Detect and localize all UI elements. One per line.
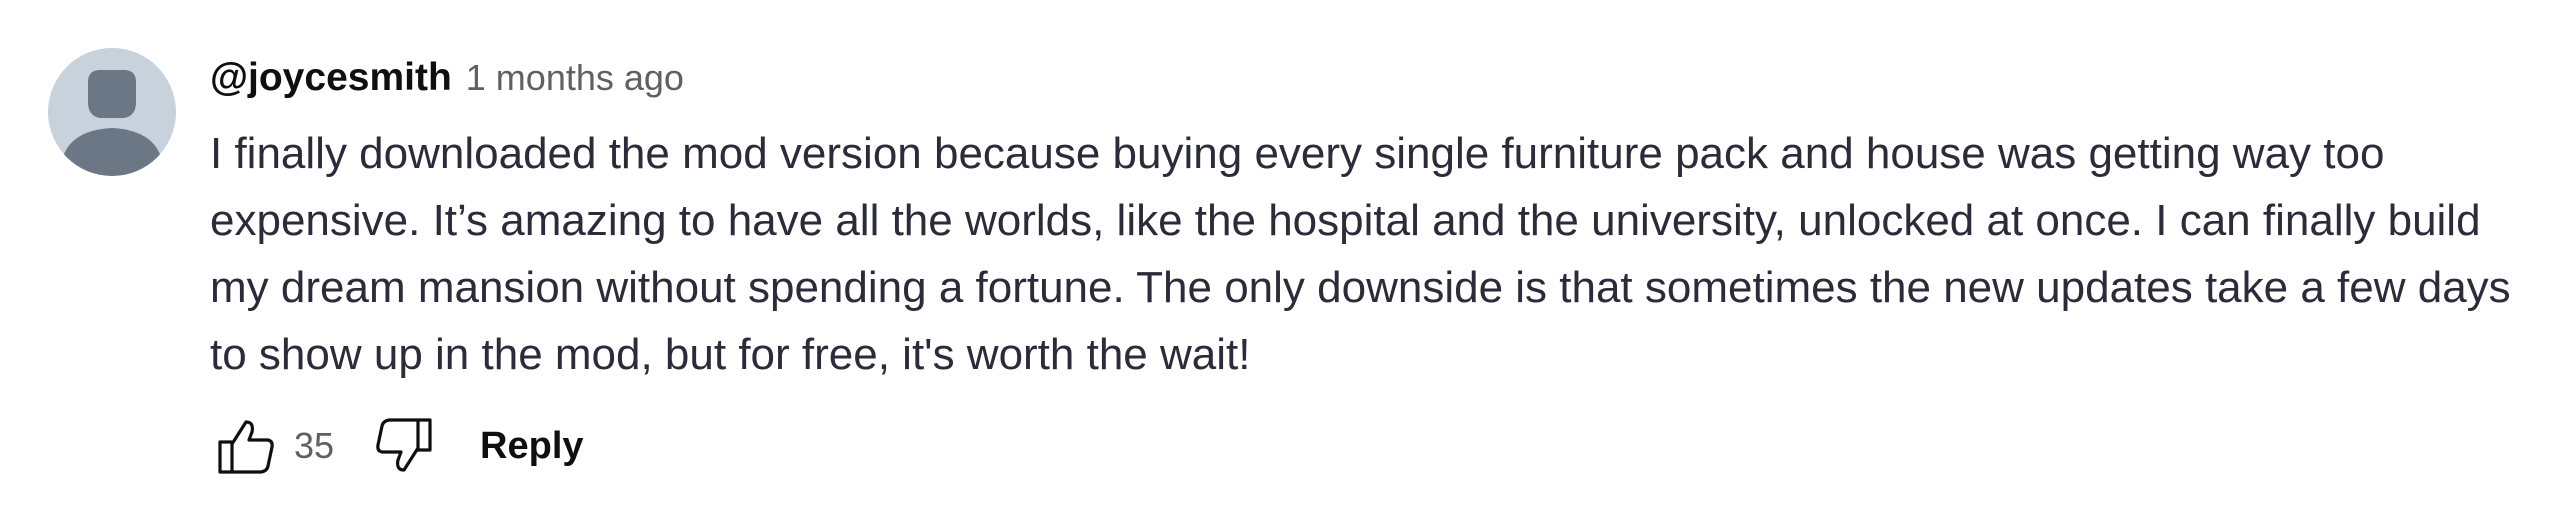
- default-avatar-icon: [62, 70, 162, 176]
- reply-button[interactable]: Reply: [480, 425, 583, 468]
- comment-timestamp[interactable]: 1 months ago: [466, 57, 684, 99]
- comment-actions: 35 Reply: [210, 410, 2512, 482]
- comment-body: @joycesmith 1 months ago I finally downl…: [210, 48, 2512, 482]
- comment-header: @joycesmith 1 months ago: [210, 56, 2512, 106]
- like-button[interactable]: [210, 410, 282, 482]
- thumbs-down-icon: [376, 418, 432, 472]
- dislike-button[interactable]: [368, 410, 440, 482]
- like-count: 35: [294, 425, 335, 466]
- comment-text: I finally downloaded the mod version bec…: [210, 129, 2511, 379]
- comment-thread: @joycesmith 1 months ago I finally downl…: [48, 48, 2512, 482]
- avatar[interactable]: [48, 48, 176, 176]
- author-name[interactable]: @joycesmith: [210, 56, 452, 100]
- thumbs-up-icon: [218, 420, 274, 474]
